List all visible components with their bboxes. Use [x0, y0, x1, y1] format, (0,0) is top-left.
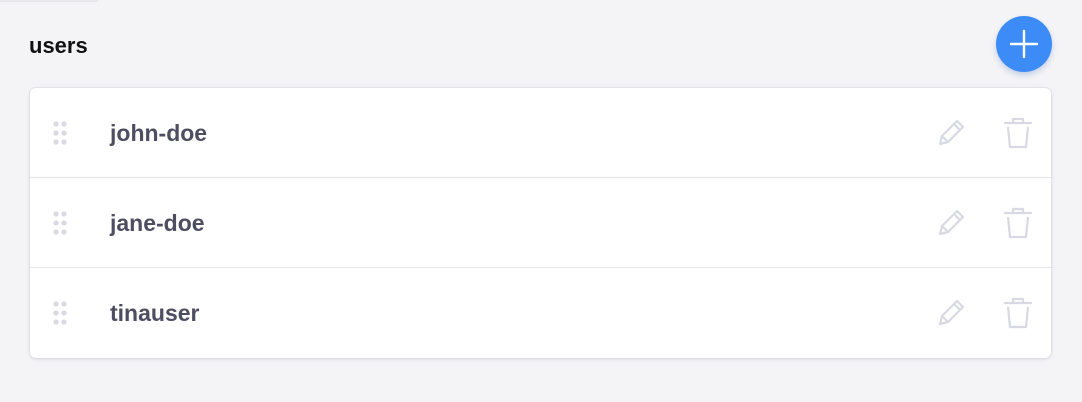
page-title: users	[29, 33, 88, 58]
user-list: john-doe jane-doe tinauser	[30, 88, 1051, 358]
list-item: jane-doe	[30, 178, 1051, 268]
delete-user-button[interactable]	[1000, 115, 1036, 151]
delete-user-button[interactable]	[1000, 295, 1036, 331]
pencil-icon	[938, 299, 965, 326]
drag-handle-icon[interactable]	[52, 301, 68, 325]
add-user-button[interactable]	[996, 16, 1052, 72]
edit-user-button[interactable]	[933, 295, 969, 331]
pencil-icon	[938, 209, 965, 236]
delete-user-button[interactable]	[1000, 205, 1036, 241]
list-item: john-doe	[30, 88, 1051, 178]
plus-icon	[1009, 29, 1039, 59]
pencil-icon	[938, 119, 965, 146]
edit-user-button[interactable]	[933, 115, 969, 151]
top-divider	[0, 0, 98, 2]
users-page: users john-doe jane-doe tinauser	[0, 0, 1082, 402]
user-name: jane-doe	[110, 210, 205, 236]
trash-icon	[1003, 117, 1033, 149]
trash-icon	[1003, 297, 1033, 329]
list-item: tinauser	[30, 268, 1051, 358]
drag-handle-icon[interactable]	[52, 211, 68, 235]
trash-icon	[1003, 207, 1033, 239]
user-name: tinauser	[110, 300, 200, 326]
drag-handle-icon[interactable]	[52, 121, 68, 145]
list-header: users	[29, 16, 1052, 72]
user-name: john-doe	[110, 120, 208, 146]
edit-user-button[interactable]	[933, 205, 969, 241]
